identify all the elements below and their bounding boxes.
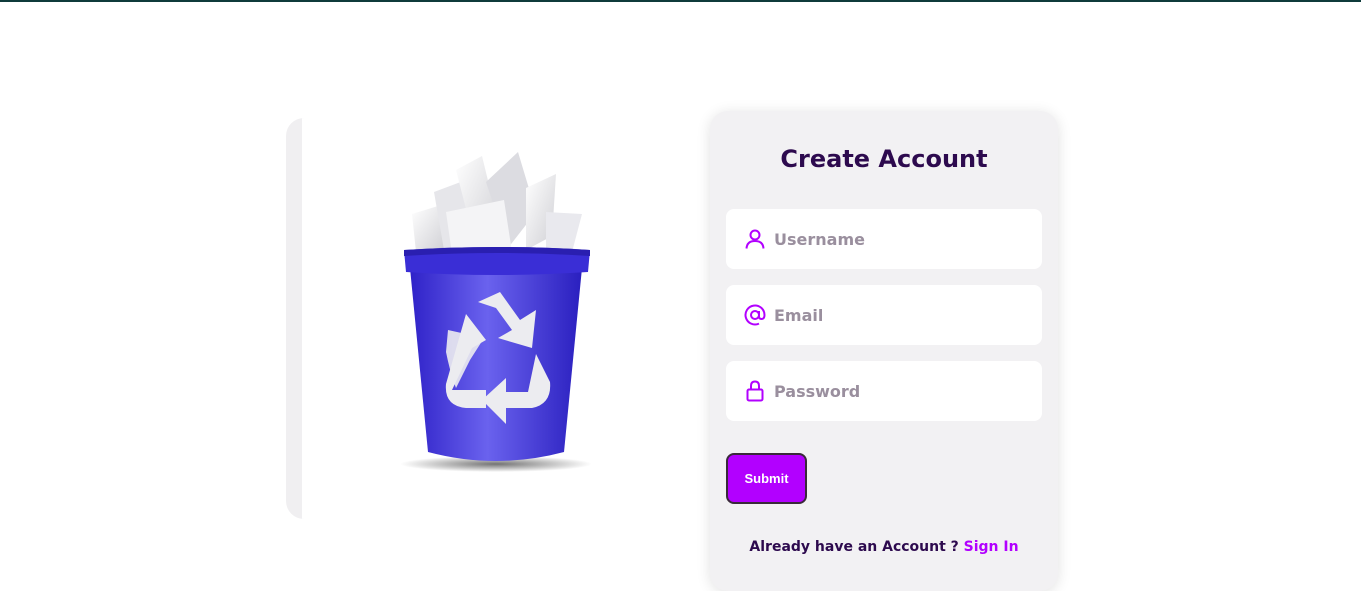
lock-icon xyxy=(746,380,764,402)
email-input[interactable] xyxy=(774,285,1034,345)
form-title: Create Account xyxy=(780,145,988,173)
signin-row: Already have an Account ? Sign In xyxy=(710,539,1058,555)
user-icon xyxy=(745,229,765,249)
signin-link[interactable]: Sign In xyxy=(964,539,1019,555)
username-input[interactable] xyxy=(774,209,1034,269)
illustration-panel xyxy=(302,118,693,519)
image-credit xyxy=(664,118,665,122)
submit-button[interactable]: Submit xyxy=(726,453,807,504)
password-field[interactable] xyxy=(726,361,1042,421)
username-field[interactable] xyxy=(726,209,1042,269)
top-border-line xyxy=(0,0,1361,2)
password-input[interactable] xyxy=(774,361,1034,421)
create-account-form: Create Account Submit Already have an Ac… xyxy=(710,111,1058,591)
signin-prompt: Already have an Account ? xyxy=(749,539,964,555)
illustration-card xyxy=(286,118,693,519)
at-sign-icon xyxy=(744,304,766,326)
email-field[interactable] xyxy=(726,285,1042,345)
recycle-bin-icon xyxy=(400,152,592,472)
